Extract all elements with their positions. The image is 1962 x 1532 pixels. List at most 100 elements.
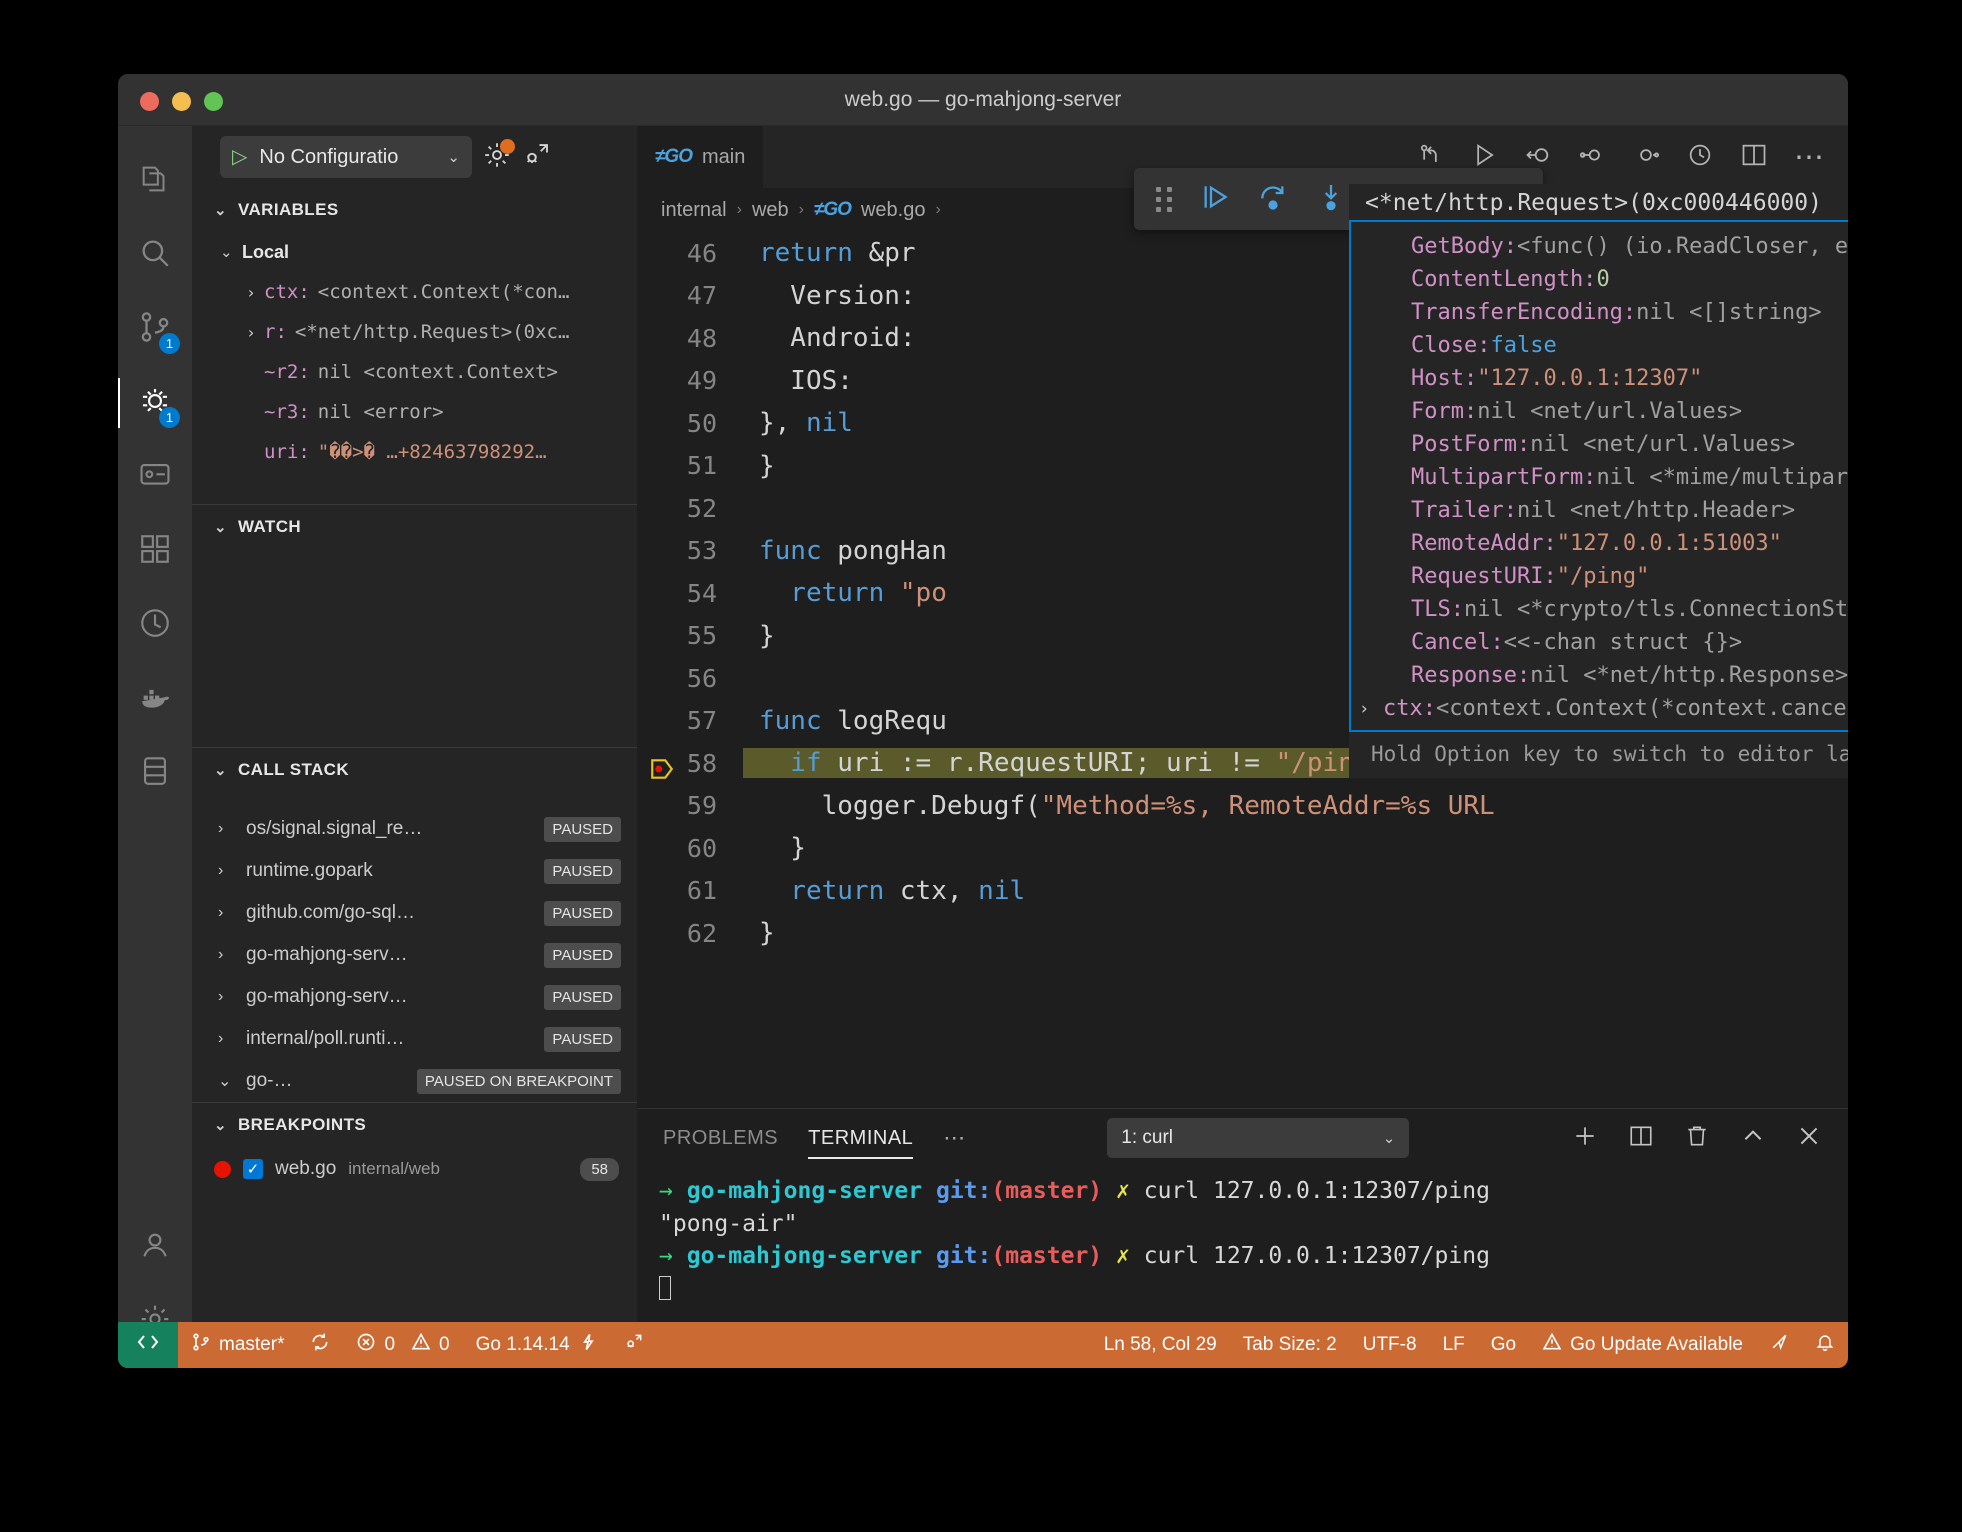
chevron-right-icon[interactable]: › — [1359, 699, 1383, 719]
status-language-mode[interactable]: Go — [1478, 1322, 1529, 1368]
chevron-right-icon[interactable]: › — [218, 946, 236, 964]
chevron-right-icon[interactable]: › — [218, 820, 236, 838]
breadcrumb-item-web[interactable]: web — [752, 199, 789, 222]
watch-section-header[interactable]: ⌄ WATCH — [192, 505, 637, 549]
sidebar-item-accounts[interactable] — [118, 1210, 192, 1284]
call-stack-frame-name: internal/poll.runti… — [246, 1028, 405, 1049]
run-file-icon[interactable] — [1632, 141, 1660, 174]
trash-icon[interactable] — [1684, 1123, 1710, 1154]
coverage-icon[interactable] — [1686, 141, 1714, 174]
chevron-down-icon[interactable]: ⌄ — [218, 1071, 236, 1091]
sidebar-item-remote-explorer[interactable] — [118, 440, 192, 514]
breadcrumb-item-file[interactable]: web.go — [861, 199, 926, 222]
call-stack-row[interactable]: › github.com/go-sql… PAUSED — [192, 892, 637, 934]
call-stack-row[interactable]: › go-mahjong-serv… PAUSED — [192, 934, 637, 976]
hover-property-key: RemoteAddr: — [1411, 531, 1557, 556]
variable-row-r3[interactable]: ~r3: nil <error> — [192, 392, 637, 432]
open-debug-console-button[interactable] — [522, 140, 552, 175]
hover-property-value: "127.0.0.1:12307" — [1477, 366, 1703, 391]
code-line[interactable]: 62} — [637, 912, 1848, 955]
go-file-icon: ≠GO — [813, 199, 852, 220]
call-stack-row-active[interactable]: ⌄ go-… PAUSED ON BREAKPOINT — [192, 1060, 637, 1102]
status-debug-console-button[interactable] — [611, 1322, 657, 1368]
breadcrumb-item-internal[interactable]: internal — [661, 199, 727, 222]
sidebar-item-run-and-debug[interactable]: 1 — [118, 366, 192, 440]
breakpoint-marker-icon[interactable] — [649, 755, 675, 783]
variables-section-header[interactable]: ⌄ VARIABLES — [192, 188, 637, 232]
debug-console-icon — [522, 140, 552, 175]
variable-row-ctx[interactable]: › ctx: <context.Context(*con… — [192, 272, 637, 312]
call-stack-row[interactable]: › os/signal.signal_re… PAUSED — [192, 808, 637, 850]
terminal-instance-select[interactable]: 1: curl ⌄ — [1107, 1118, 1410, 1158]
tab-problems[interactable]: PROBLEMS — [663, 1109, 778, 1167]
editor-tab-main[interactable]: ≠GO main — [637, 126, 765, 188]
status-branch[interactable]: master* — [178, 1322, 297, 1368]
panel-more-tabs-button[interactable]: ⋯ — [943, 1125, 967, 1151]
status-go-version[interactable]: Go 1.14.14 — [463, 1322, 611, 1368]
chevron-right-icon[interactable]: › — [238, 323, 264, 342]
status-eol[interactable]: LF — [1430, 1322, 1478, 1368]
chevron-right-icon[interactable]: › — [218, 862, 236, 880]
status-encoding[interactable]: UTF-8 — [1350, 1322, 1430, 1368]
sidebar-item-source-control[interactable]: 1 — [118, 292, 192, 366]
grip-icon[interactable] — [1156, 186, 1173, 212]
status-go-update-notice[interactable]: Go Update Available — [1529, 1322, 1756, 1368]
split-icon[interactable] — [1628, 1123, 1654, 1154]
code-line[interactable]: 60 } — [637, 827, 1848, 870]
code-line[interactable]: 61 return ctx, nil — [637, 870, 1848, 913]
status-tab-size[interactable]: Tab Size: 2 — [1230, 1322, 1350, 1368]
variable-row-r2[interactable]: ~r2: nil <context.Context> — [192, 352, 637, 392]
breakpoints-section-header[interactable]: ⌄ BREAKPOINTS — [192, 1103, 637, 1147]
chevron-right-icon[interactable]: › — [218, 904, 236, 922]
status-feedback-button[interactable] — [1756, 1322, 1802, 1368]
sidebar-item-testing[interactable] — [118, 588, 192, 662]
chevron-right-icon: › — [935, 201, 941, 218]
hover-property-row[interactable]: ›ctx: <context.Context(*context.cancelCt… — [1351, 692, 1848, 725]
close-icon[interactable] — [1796, 1123, 1822, 1154]
sidebar-item-extensions[interactable] — [118, 514, 192, 588]
sidebar-item-database[interactable] — [118, 736, 192, 810]
breakpoint-row[interactable]: ✓ web.go internal/web 58 — [192, 1147, 637, 1191]
remote-indicator-button[interactable] — [118, 1322, 178, 1368]
sidebar-item-search[interactable] — [118, 218, 192, 292]
chevron-right-icon[interactable]: › — [218, 988, 236, 1006]
debug-hover-popup[interactable]: <*net/http.Request>(0xc000446000) GetBod… — [1349, 184, 1848, 778]
tab-terminal[interactable]: TERMINAL — [808, 1109, 914, 1167]
line-number: 51 — [686, 451, 717, 481]
line-number: 56 — [686, 663, 717, 693]
status-sync-button[interactable] — [297, 1322, 343, 1368]
breakpoint-enabled-checkbox[interactable]: ✓ — [243, 1159, 263, 1179]
continue-button[interactable] — [1199, 181, 1231, 218]
hover-property-key: ctx: — [1383, 696, 1436, 721]
code-line-content: } — [759, 833, 806, 864]
call-stack-row[interactable]: › go-mahjong-serv… PAUSED — [192, 976, 637, 1018]
open-launch-json-button[interactable] — [482, 138, 515, 175]
debug-hover-body[interactable]: GetBody: <func() (io.ReadCloser, error)>… — [1349, 220, 1848, 732]
status-notifications-button[interactable] — [1802, 1322, 1848, 1368]
call-stack-row[interactable]: › runtime.gopark PAUSED — [192, 850, 637, 892]
variable-row-r[interactable]: › r: <*net/http.Request>(0xc… — [192, 312, 637, 352]
chevron-right-icon[interactable]: › — [238, 283, 264, 302]
play-icon[interactable]: ▷ — [232, 147, 247, 167]
chevron-up-icon[interactable] — [1740, 1123, 1766, 1154]
call-stack-row-partial[interactable] — [192, 792, 637, 808]
sidebar-item-explorer[interactable] — [118, 144, 192, 218]
variables-scope-label: Local — [242, 241, 290, 262]
chevron-right-icon[interactable]: › — [218, 1030, 236, 1048]
step-over-button[interactable] — [1257, 181, 1289, 218]
run-subtest-icon[interactable] — [1578, 141, 1606, 174]
split-right-icon[interactable] — [1740, 141, 1768, 174]
status-problems[interactable]: 0 0 — [343, 1322, 462, 1368]
variables-scope-local[interactable]: ⌄ Local — [192, 232, 637, 272]
status-cursor-position[interactable]: Ln 58, Col 29 — [1091, 1322, 1230, 1368]
debug-configuration-select[interactable]: ▷ No Configuratio ⌄ — [220, 136, 472, 178]
code-line[interactable]: 59 logger.Debugf("Method=%s, RemoteAddr=… — [637, 785, 1848, 828]
call-stack-section-header[interactable]: ⌄ CALL STACK — [192, 748, 637, 792]
ellipsis-icon[interactable]: ⋯ — [1794, 142, 1826, 172]
hover-property-row: Trailer: nil <net/http.Header> — [1351, 494, 1848, 527]
step-into-button[interactable] — [1315, 181, 1347, 218]
sidebar-item-docker[interactable] — [118, 662, 192, 736]
plus-icon[interactable] — [1572, 1123, 1598, 1154]
call-stack-row[interactable]: › internal/poll.runti… PAUSED — [192, 1018, 637, 1060]
variable-row-uri[interactable]: uri: "��>� …+82463798292… — [192, 432, 637, 472]
